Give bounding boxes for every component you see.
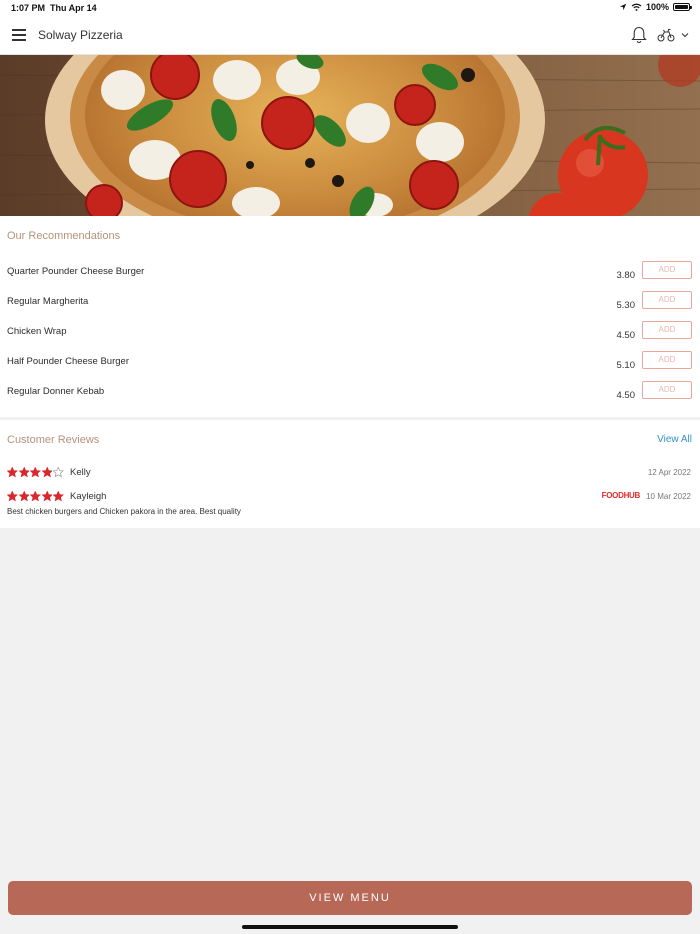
review-text: Best chicken burgers and Chicken pakora … — [7, 507, 241, 516]
top-nav-bar: Solway Pizzeria — [0, 16, 700, 55]
status-time: 1:07 PM — [11, 3, 46, 13]
item-price: 4.50 — [616, 330, 636, 341]
star-filled-icon — [18, 467, 29, 478]
item-name: Regular Donner Kebab — [7, 386, 105, 397]
bell-icon[interactable] — [631, 26, 647, 44]
review-date: 12 Apr 2022 — [647, 468, 691, 477]
star-empty-icon — [53, 467, 64, 478]
reviewer-name: Kelly — [70, 467, 91, 478]
location-icon — [619, 3, 627, 11]
menu-icon[interactable] — [12, 29, 26, 41]
battery-percent: 100% — [645, 2, 669, 12]
foodhub-logo: FOODHUB — [601, 491, 641, 500]
star-filled-icon — [41, 467, 52, 478]
delivery-bike-icon[interactable] — [657, 28, 675, 42]
add-button[interactable]: ADD — [642, 321, 692, 339]
item-name: Quarter Pounder Cheese Burger — [7, 266, 145, 277]
add-button[interactable]: ADD — [642, 351, 692, 369]
reviews-title: Customer Reviews — [7, 434, 100, 446]
page-title: Solway Pizzeria — [38, 28, 123, 42]
item-name: Regular Margherita — [7, 296, 89, 307]
star-rating — [7, 467, 64, 478]
recommendation-item[interactable]: Half Pounder Cheese Burger 5.10 ADD — [0, 351, 700, 386]
item-price: 5.30 — [616, 300, 636, 311]
item-name: Half Pounder Cheese Burger — [7, 356, 129, 367]
customer-reviews-section: Customer Reviews View All Kelly 12 Apr 2… — [0, 420, 700, 528]
status-date: Thu Apr 14 — [50, 3, 97, 13]
recommendation-item[interactable]: Regular Donner Kebab 4.50 ADD — [0, 381, 700, 416]
home-indicator — [242, 925, 458, 929]
battery-icon — [673, 3, 692, 11]
recommendations-section: Our Recommendations Quarter Pounder Chee… — [0, 216, 700, 417]
view-all-link[interactable]: View All — [657, 434, 692, 445]
star-filled-icon — [30, 491, 41, 502]
star-filled-icon — [30, 467, 41, 478]
recommendation-item[interactable]: Regular Margherita 5.30 ADD — [0, 291, 700, 326]
status-right: 100% — [619, 2, 692, 12]
star-filled-icon — [53, 491, 64, 502]
chevron-down-icon[interactable] — [681, 32, 689, 38]
hero-banner — [0, 55, 700, 216]
star-filled-icon — [7, 467, 18, 478]
recommendation-item[interactable]: Quarter Pounder Cheese Burger 3.80 ADD — [0, 261, 700, 296]
item-price: 5.10 — [616, 360, 636, 371]
star-filled-icon — [41, 491, 52, 502]
status-bar: 1:07 PM Thu Apr 14 100% — [0, 0, 700, 16]
add-button[interactable]: ADD — [642, 291, 692, 309]
reviewer-name: Kayleigh — [70, 491, 107, 502]
item-name: Chicken Wrap — [7, 326, 67, 337]
item-price: 3.80 — [616, 270, 636, 281]
add-button[interactable]: ADD — [642, 261, 692, 279]
pizza-banner-image — [0, 55, 700, 216]
item-price: 4.50 — [616, 390, 636, 401]
star-rating — [7, 491, 64, 502]
review-date: 10 Mar 2022 — [646, 492, 691, 501]
star-filled-icon — [7, 491, 18, 502]
recommendation-item[interactable]: Chicken Wrap 4.50 ADD — [0, 321, 700, 356]
star-filled-icon — [18, 491, 29, 502]
recommendations-title: Our Recommendations — [7, 230, 121, 242]
view-menu-button[interactable]: VIEW MENU — [8, 881, 692, 915]
wifi-icon — [631, 3, 642, 11]
add-button[interactable]: ADD — [642, 381, 692, 399]
